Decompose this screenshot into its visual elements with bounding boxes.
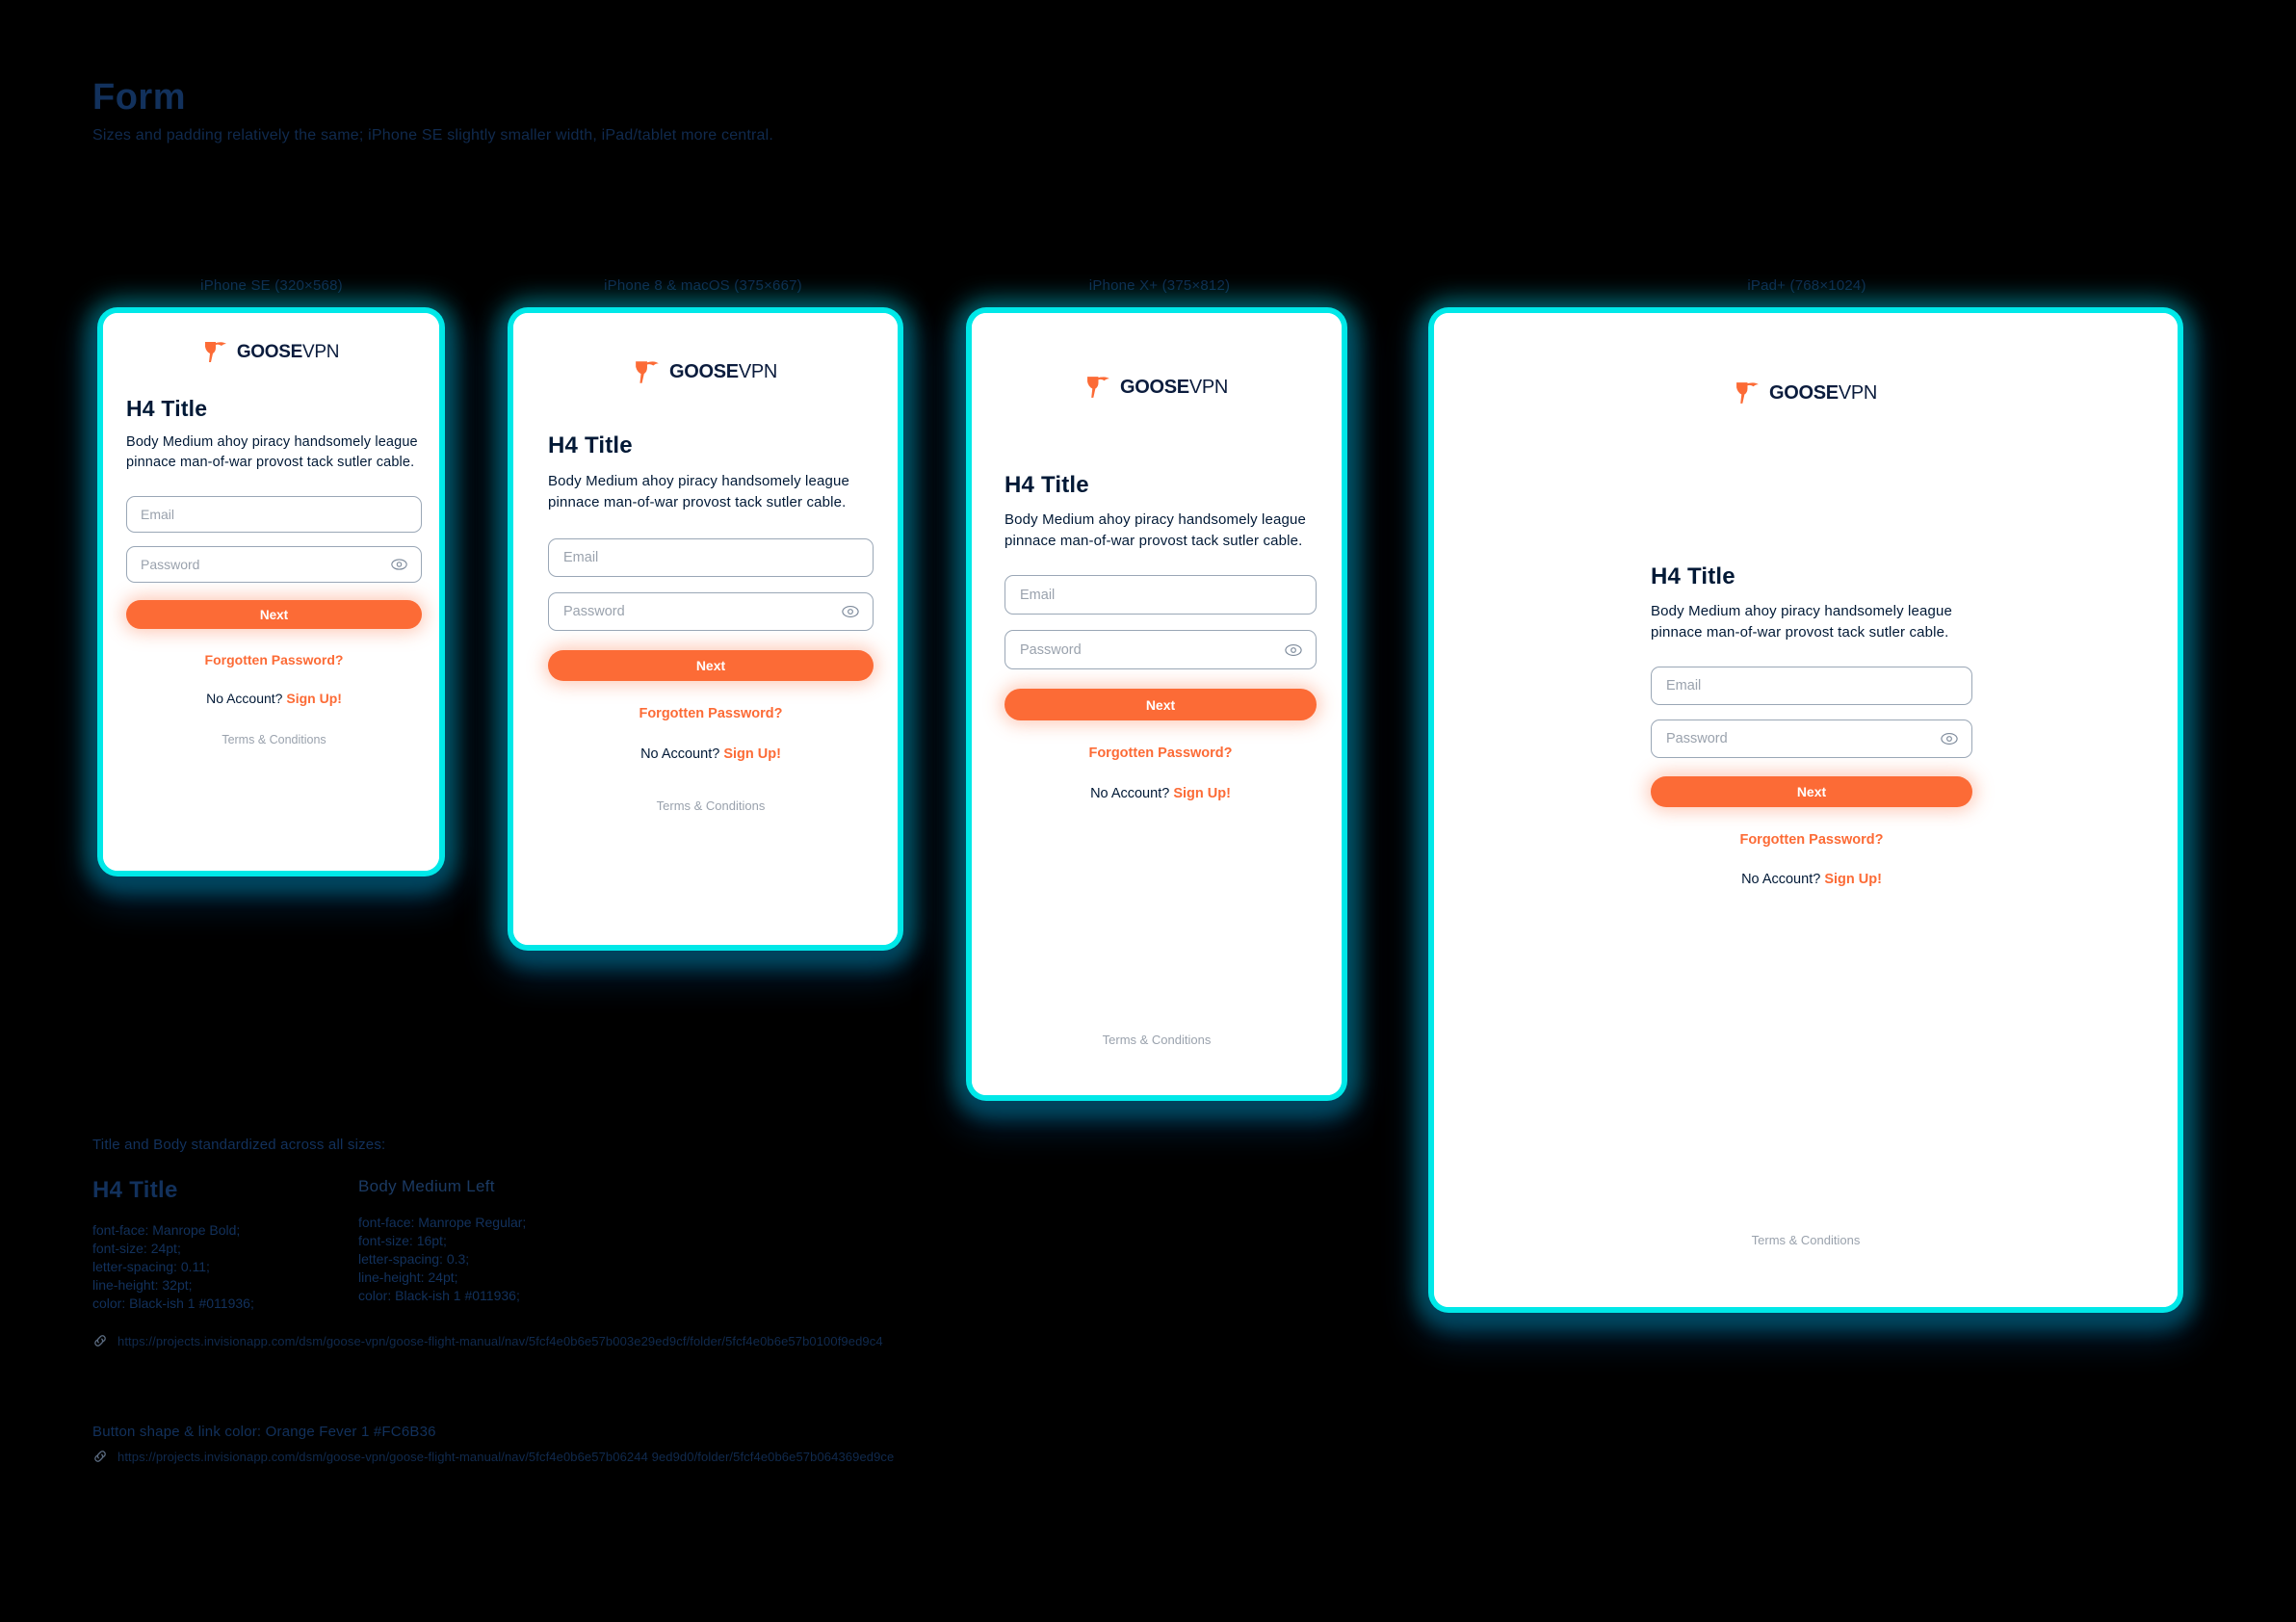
eye-icon[interactable]: [842, 606, 859, 618]
email-placeholder: Email: [563, 550, 599, 565]
email-field[interactable]: Email: [126, 496, 422, 533]
device-frame-iphone-8: GOOSEVPN H4 Title Body Medium ahoy pirac…: [510, 310, 900, 948]
reference-link-2[interactable]: https://projects.invisionapp.com/dsm/goo…: [92, 1449, 894, 1464]
no-account-row: No Account? Sign Up!: [126, 691, 422, 706]
device-frame-iphone-se: GOOSEVPN H4 Title Body Medium ahoy pirac…: [100, 310, 442, 874]
no-account-text: No Account?: [1741, 872, 1821, 887]
next-button[interactable]: Next: [126, 600, 422, 629]
page-subtitle: Sizes and padding relatively the same; i…: [92, 127, 774, 144]
device-label-iphone-se: iPhone SE (320×568): [200, 277, 343, 294]
spec-column-title: H4 Title font-face: Manrope Bold; font-s…: [92, 1177, 254, 1313]
device-frame-ipad: GOOSEVPN H4 Title Body Medium ahoy pirac…: [1431, 310, 2180, 1310]
no-account-row: No Account? Sign Up!: [548, 746, 874, 762]
password-placeholder: Password: [1020, 641, 1082, 658]
sign-up-link[interactable]: Sign Up!: [286, 691, 342, 706]
spec-sample-body: Body Medium Left: [358, 1177, 495, 1195]
device-label-ipad: iPad+ (768×1024): [1747, 277, 1866, 294]
form-title: H4 Title: [1004, 472, 1089, 498]
terms-link[interactable]: Terms & Conditions: [972, 1033, 1342, 1047]
next-button-label: Next: [1796, 784, 1827, 799]
sign-up-link[interactable]: Sign Up!: [723, 746, 781, 762]
reference-url-1[interactable]: https://projects.invisionapp.com/dsm/goo…: [117, 1334, 883, 1348]
no-account-text: No Account?: [1090, 786, 1170, 801]
email-placeholder: Email: [1020, 587, 1056, 603]
password-placeholder: Password: [1666, 731, 1728, 746]
form-title: H4 Title: [1651, 563, 1735, 589]
password-field[interactable]: Password: [1004, 630, 1317, 669]
device-label-iphone-8: iPhone 8 & macOS (375×667): [604, 277, 802, 294]
device-frame-iphone-x: GOOSEVPN H4 Title Body Medium ahoy pirac…: [969, 310, 1344, 1098]
brand-logo: GOOSEVPN: [103, 340, 439, 364]
brand-wordmark: GOOSEVPN: [236, 341, 340, 362]
form-title: H4 Title: [126, 396, 208, 421]
no-account-text: No Account?: [206, 691, 283, 706]
specs-heading: Title and Body standardized across all s…: [92, 1137, 386, 1153]
no-account-text: No Account?: [640, 746, 720, 762]
form-body: Body Medium ahoy piracy handsomely leagu…: [548, 473, 849, 510]
email-placeholder: Email: [141, 507, 175, 522]
eye-icon[interactable]: [1285, 643, 1302, 656]
form-body: Body Medium ahoy piracy handsomely leagu…: [126, 434, 418, 470]
next-button-label: Next: [259, 607, 289, 622]
chain-link-icon: [92, 1449, 108, 1464]
sign-up-link[interactable]: Sign Up!: [1824, 872, 1882, 887]
page-title: Form: [92, 77, 186, 118]
brand-wordmark: GOOSEVPN: [668, 361, 778, 382]
brand-logo: GOOSEVPN: [972, 375, 1342, 400]
next-button-label: Next: [1145, 696, 1176, 713]
spec-sample-h4: H4 Title: [92, 1177, 178, 1203]
terms-link[interactable]: Terms & Conditions: [548, 798, 874, 813]
eye-icon[interactable]: [1941, 733, 1958, 746]
form-body: Body Medium ahoy piracy handsomely leagu…: [1004, 511, 1306, 549]
reference-link-1[interactable]: https://projects.invisionapp.com/dsm/goo…: [92, 1333, 883, 1348]
forgotten-password-link[interactable]: Forgotten Password?: [1651, 832, 1972, 848]
goose-icon: [636, 361, 659, 383]
eye-icon[interactable]: [391, 559, 407, 570]
brand-wordmark: GOOSEVPN: [1119, 376, 1229, 398]
forgotten-password-link[interactable]: Forgotten Password?: [548, 706, 874, 721]
password-placeholder: Password: [563, 604, 625, 619]
form-title: H4 Title: [548, 432, 633, 458]
reference-url-2[interactable]: https://projects.invisionapp.com/dsm/goo…: [117, 1450, 894, 1464]
sign-up-link[interactable]: Sign Up!: [1173, 786, 1231, 801]
forgotten-password-link[interactable]: Forgotten Password?: [126, 652, 422, 667]
next-button[interactable]: Next: [548, 650, 874, 681]
goose-icon: [1736, 382, 1759, 404]
chain-link-icon: [92, 1333, 108, 1348]
brand-logo: GOOSEVPN: [513, 359, 898, 385]
forgotten-password-link[interactable]: Forgotten Password?: [1004, 746, 1317, 761]
terms-link[interactable]: Terms & Conditions: [1434, 1233, 2178, 1247]
email-placeholder: Email: [1666, 678, 1702, 693]
email-field[interactable]: Email: [548, 538, 874, 577]
next-button[interactable]: Next: [1651, 776, 1972, 807]
spec-column-body: Body Medium Left font-face: Manrope Regu…: [358, 1177, 526, 1305]
terms-link[interactable]: Terms & Conditions: [126, 733, 422, 746]
no-account-row: No Account? Sign Up!: [1651, 872, 1972, 887]
email-field[interactable]: Email: [1651, 667, 1972, 705]
next-button[interactable]: Next: [1004, 689, 1317, 720]
brand-logo: GOOSEVPN: [1434, 380, 2178, 406]
button-color-note: Button shape & link color: Orange Fever …: [92, 1424, 436, 1440]
canvas: Form Sizes and padding relatively the sa…: [0, 0, 2296, 1622]
no-account-row: No Account? Sign Up!: [1004, 786, 1317, 801]
next-button-label: Next: [695, 658, 726, 673]
goose-icon: [1087, 377, 1109, 398]
spec-lines-body: font-face: Manrope Regular; font-size: 1…: [358, 1215, 527, 1303]
form-body: Body Medium ahoy piracy handsomely leagu…: [1651, 603, 1952, 641]
password-field[interactable]: Password: [1651, 719, 1972, 758]
password-placeholder: Password: [141, 557, 200, 572]
password-field[interactable]: Password: [126, 546, 422, 583]
password-field[interactable]: Password: [548, 592, 874, 631]
brand-wordmark: GOOSEVPN: [1768, 381, 1878, 404]
goose-icon: [204, 342, 226, 362]
email-field[interactable]: Email: [1004, 575, 1317, 615]
device-label-iphone-x: iPhone X+ (375×812): [1088, 277, 1231, 294]
spec-lines-h4: font-face: Manrope Bold; font-size: 24pt…: [92, 1222, 254, 1311]
